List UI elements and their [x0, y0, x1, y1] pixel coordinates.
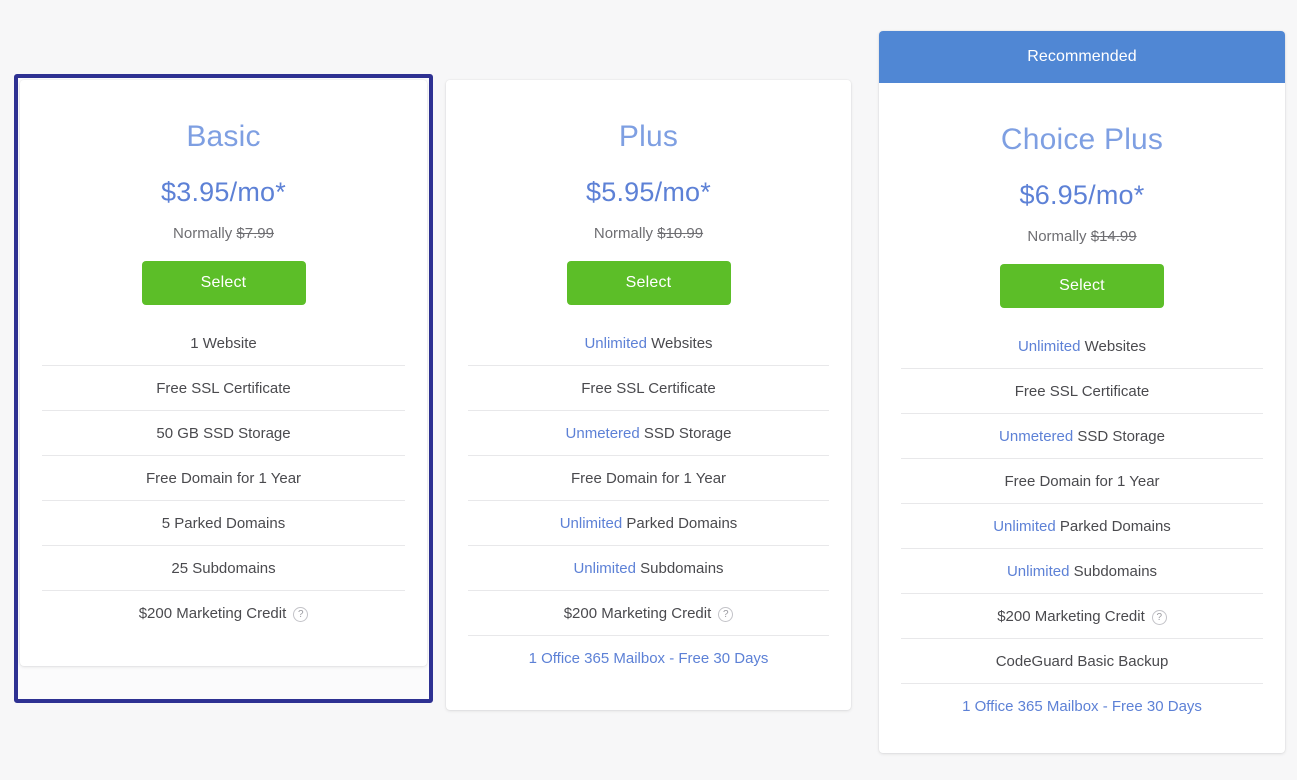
feature-label: $200 Marketing Credit: [997, 608, 1145, 625]
feature-highlight: Unlimited: [584, 335, 647, 352]
plan-header-choice-plus: Choice Plus $6.95/mo* Normally $14.99 Selec…: [879, 83, 1285, 308]
feature-label: 25 Subdomains: [171, 560, 276, 577]
feature-label: Free SSL Certificate: [581, 380, 716, 397]
feature-label: 1 Website: [190, 335, 257, 352]
plan-card-basic[interactable]: Basic $3.95/mo* Normally $7.99 Select 1 Webs…: [20, 80, 427, 666]
feature-highlight: Unmetered: [565, 425, 640, 442]
plan-normal-price: $14.99: [1090, 228, 1137, 245]
feature-row: Free SSL Certificate: [42, 366, 405, 411]
feature-row: Free SSL Certificate: [468, 366, 829, 411]
feature-highlight: Unlimited: [993, 518, 1056, 535]
feature-row: $200 Marketing Credit?: [42, 591, 405, 636]
feature-row: Unlimited Websites: [468, 321, 829, 366]
plan-card-body-basic: Basic $3.95/mo* Normally $7.99 Select 1 Webs…: [20, 80, 427, 666]
select-plan-button[interactable]: Select: [1000, 264, 1164, 308]
feature-row-link[interactable]: 1 Office 365 Mailbox - Free 30 Days: [468, 636, 829, 681]
feature-row: Unlimited Subdomains: [468, 546, 829, 591]
plan-card-plus[interactable]: Plus $5.95/mo* Normally $10.99 Select Unlimi…: [446, 80, 851, 710]
feature-label: 1 Office 365 Mailbox - Free 30 Days: [528, 650, 769, 667]
feature-label: $200 Marketing Credit: [138, 605, 287, 622]
plan-price: $3.95/mo*: [161, 177, 286, 207]
pricing-plans-container: Basic $3.95/mo* Normally $7.99 Select 1 Webs…: [0, 0, 1297, 780]
plan-card-body-choice-plus: Recommended Choice Plus $6.95/mo* Normally …: [879, 31, 1285, 753]
feature-row: Free SSL Certificate: [901, 369, 1263, 414]
feature-row: Unlimited Websites: [901, 324, 1263, 369]
plan-normal-price-row: Normally $10.99: [446, 226, 851, 241]
plan-card-choice-plus[interactable]: Recommended Choice Plus $6.95/mo* Normally …: [879, 31, 1285, 753]
plan-title: Plus: [618, 120, 679, 153]
plan-normally-label: Normally: [1027, 228, 1087, 245]
feature-label: Free Domain for 1 Year: [1004, 473, 1160, 490]
feature-row-link[interactable]: 1 Office 365 Mailbox - Free 30 Days: [901, 684, 1263, 729]
feature-label: CodeGuard Basic Backup: [995, 653, 1169, 670]
feature-highlight: Unlimited: [573, 560, 636, 577]
feature-row: Free Domain for 1 Year: [901, 459, 1263, 504]
feature-label: Free SSL Certificate: [1014, 383, 1150, 400]
plan-feature-list: 1 Website Free SSL Certificate 50 GB SSD S…: [20, 321, 427, 636]
feature-label: SSD Storage: [639, 425, 732, 442]
plan-header-basic: Basic $3.95/mo* Normally $7.99 Select: [20, 80, 427, 305]
feature-row: 25 Subdomains: [42, 546, 405, 591]
plan-normal-price: $7.99: [236, 225, 274, 242]
feature-label: Subdomains: [1069, 563, 1158, 580]
feature-label: $200 Marketing Credit: [563, 605, 712, 622]
feature-row: Unmetered SSD Storage: [901, 414, 1263, 459]
feature-row: 5 Parked Domains: [42, 501, 405, 546]
select-plan-button[interactable]: Select: [141, 261, 306, 305]
plan-header-plus: Plus $5.95/mo* Normally $10.99 Select: [446, 80, 851, 305]
feature-row: 1 Website: [42, 321, 405, 366]
plan-card-body-plus: Plus $5.95/mo* Normally $10.99 Select Unlimi…: [446, 80, 851, 710]
feature-highlight: Unmetered: [999, 428, 1074, 445]
feature-label: Free Domain for 1 Year: [145, 470, 302, 487]
feature-label: Free Domain for 1 Year: [570, 470, 727, 487]
plan-title: Basic: [186, 120, 261, 153]
plan-feature-list: Unlimited Websites Free SSL Certificate Un…: [879, 324, 1285, 729]
feature-label: Parked Domains: [1055, 518, 1171, 535]
feature-label: Websites: [646, 335, 713, 352]
plan-price: $5.95/mo*: [586, 177, 711, 207]
feature-highlight: Unlimited: [1006, 563, 1070, 580]
plan-title: Choice Plus: [1000, 123, 1164, 156]
plan-normally-label: Normally: [593, 225, 654, 242]
feature-row: Free Domain for 1 Year: [42, 456, 405, 501]
plan-normal-price-row: Normally $7.99: [20, 226, 427, 241]
feature-label: SSD Storage: [1073, 428, 1165, 445]
feature-label: Websites: [1080, 338, 1147, 355]
feature-label: Parked Domains: [622, 515, 738, 532]
feature-row: Free Domain for 1 Year: [468, 456, 829, 501]
feature-row: $200 Marketing Credit?: [468, 591, 829, 636]
feature-label: Subdomains: [635, 560, 724, 577]
plan-feature-list: Unlimited Websites Free SSL Certificate Un…: [446, 321, 851, 681]
feature-label: Free SSL Certificate: [156, 380, 291, 397]
feature-row: Unlimited Parked Domains: [468, 501, 829, 546]
feature-highlight: Unlimited: [559, 515, 623, 532]
help-icon[interactable]: ?: [293, 607, 309, 622]
feature-row: 50 GB SSD Storage: [42, 411, 405, 456]
plan-price: $6.95/mo*: [1019, 180, 1145, 210]
plan-normal-price-row: Normally $14.99: [879, 229, 1285, 244]
feature-row: CodeGuard Basic Backup: [901, 639, 1263, 684]
plan-normal-price: $10.99: [657, 225, 704, 242]
feature-row: $200 Marketing Credit?: [901, 594, 1263, 639]
feature-label: 1 Office 365 Mailbox - Free 30 Days: [962, 698, 1202, 715]
help-icon[interactable]: ?: [718, 607, 734, 622]
select-plan-button[interactable]: Select: [566, 261, 731, 305]
feature-label: 50 GB SSD Storage: [156, 425, 291, 442]
help-icon[interactable]: ?: [1151, 610, 1167, 625]
feature-row: Unlimited Subdomains: [901, 549, 1263, 594]
feature-row: Unlimited Parked Domains: [901, 504, 1263, 549]
feature-label: 5 Parked Domains: [161, 515, 286, 532]
plan-normally-label: Normally: [173, 225, 233, 242]
recommended-badge: Recommended: [879, 31, 1285, 83]
feature-highlight: Unlimited: [1017, 338, 1081, 355]
feature-row: Unmetered SSD Storage: [468, 411, 829, 456]
